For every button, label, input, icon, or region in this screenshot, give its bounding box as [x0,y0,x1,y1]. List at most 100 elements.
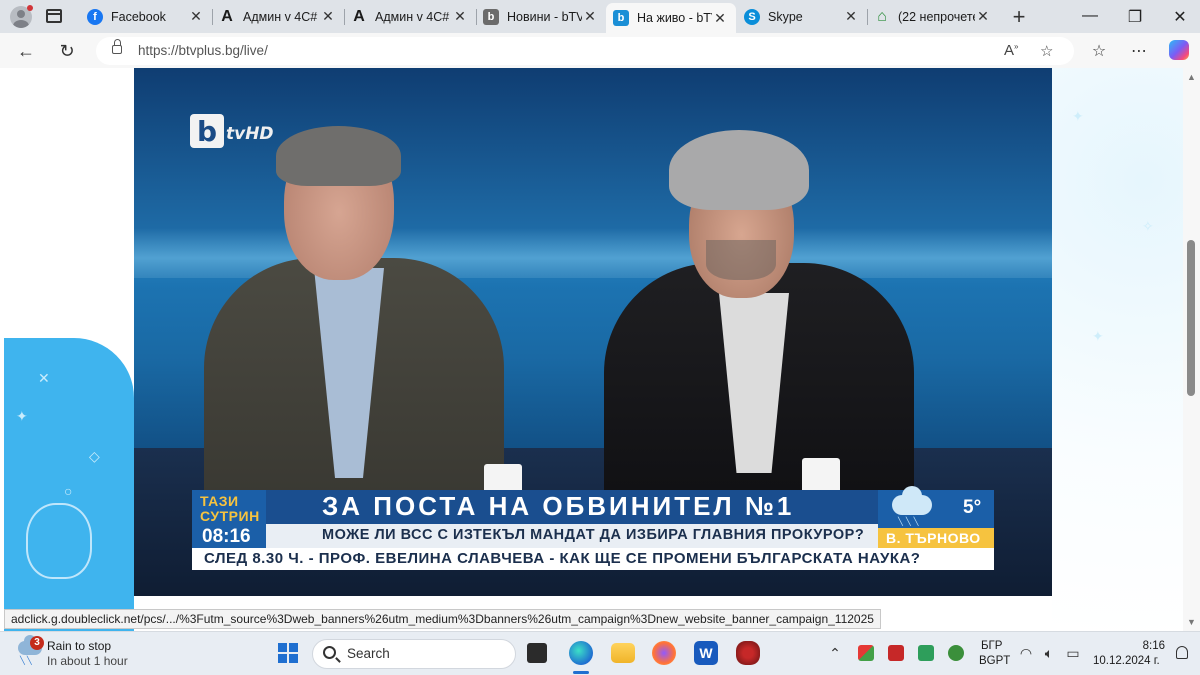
favorites-icon[interactable]: ☆ [1089,41,1109,61]
profile-notification-dot [27,5,33,11]
favorite-star-icon[interactable]: ☆ [1040,42,1053,60]
edge-browser-icon[interactable] [569,641,593,665]
terminal-app-icon[interactable] [527,643,547,663]
taskbar-search-box[interactable]: Search [312,639,516,669]
close-tab-icon[interactable]: ✕ [188,8,204,25]
headline-text: ЗА ПОСТА НА ОБВИНИТЕЛ №1 [322,491,795,521]
close-tab-icon[interactable]: ✕ [582,8,598,25]
close-tab-icon[interactable]: ✕ [843,8,859,25]
headline-bar: ЗА ПОСТА НА ОБВИНИТЕЛ №1 [266,490,878,524]
tab-strip: f Facebook ✕ A Админ v 4C# E ✕ A Админ v… [0,0,1200,33]
minimize-icon[interactable]: — [1080,7,1100,25]
firefox-icon[interactable] [652,641,676,665]
read-aloud-icon[interactable]: A» [1004,42,1018,59]
windows-taskbar: ╲╲ 3 Rain to stop In about 1 hour Search… [0,631,1200,675]
status-link-preview: adclick.g.doubleclick.net/pcs/.../%3Futm… [4,609,881,629]
subheadline-text: МОЖЕ ЛИ ВСС С ИЗТЕКЪЛ МАНДАТ ДА ИЗБИРА Г… [322,527,865,543]
address-bar[interactable]: https://btvplus.bg/live/ A» ☆ [96,37,1074,65]
address-toolbar: ← ↻ https://btvplus.bg/live/ A» ☆ ☆ ⋯ [0,33,1200,68]
tab-title: Skype [768,9,803,24]
facebook-icon: f [87,8,103,25]
wifi-icon[interactable]: ◠ [1017,645,1035,662]
tray-app-icon[interactable] [918,645,934,661]
word-app-icon[interactable]: W [694,641,718,665]
volume-icon[interactable]: 🔈︎ [1040,645,1058,662]
raindrops-icon: ╲╲╲ [898,517,922,526]
tab-facebook[interactable]: f Facebook ✕ [80,3,212,30]
tab-title: На живо - bTV [637,11,712,25]
tab-admin-1[interactable]: A Админ v 4C# E ✕ [212,3,344,30]
tray-app-icon[interactable] [888,645,904,661]
tray-app-icon[interactable] [858,645,874,661]
show-hidden-icons-chevron-icon[interactable]: ⌃ [826,645,844,662]
skype-icon: S [744,8,760,25]
home-icon: ⌂ [877,7,887,25]
tab-btv-live[interactable]: b На живо - bTV ✕ [606,3,736,33]
sparkle-icon: ○ [64,483,73,499]
clock-time[interactable]: 8:16 [1137,640,1165,652]
btv-live-icon: b [613,10,629,26]
show-brand-box: ТАЗИ СУТРИН 08:16 [192,490,266,548]
news-ticker: СЛЕД 8.30 Ч. - ПРОФ. ЕВЕЛИНА СЛАВЧЕВА - … [192,548,994,570]
new-tab-button[interactable]: + [1009,4,1029,30]
subheadline-bar: МОЖЕ ЛИ ВСС С ИЗТЕКЪЛ МАНДАТ ДА ИЗБИРА Г… [266,524,878,548]
tab-skype[interactable]: S Skype ✕ [737,3,867,30]
live-video-player[interactable]: b tvHD ТАЗИ СУТРИН 08:16 ЗА ПОСТА НА ОБВ… [134,68,1052,596]
tab-inbox[interactable]: ⌂ (22 непрочете ✕ [867,3,999,30]
lock-icon[interactable] [112,39,122,54]
right-banner-decoration: ✦ ✧ ✦ [1052,68,1183,631]
scroll-down-arrow-icon[interactable]: ▼ [1187,617,1196,627]
battery-icon[interactable]: ▭ [1064,645,1082,662]
sparkle-icon: ✦ [1092,328,1104,344]
windows-start-icon[interactable] [278,643,298,663]
page-scrollbar[interactable]: ▲ ▼ [1183,68,1200,631]
red-app-icon[interactable] [736,641,760,665]
sparkle-icon: ✧ [1142,218,1154,234]
file-explorer-icon[interactable] [611,643,635,663]
close-tab-icon[interactable]: ✕ [975,8,991,25]
weather-city: В. ТЪРНОВО [886,530,981,546]
show-name-line2: СУТРИН [200,508,260,524]
raindrops-icon: ╲╲ [20,656,34,665]
copilot-icon[interactable] [1169,40,1189,60]
url-text[interactable]: https://btvplus.bg/live/ [138,43,268,58]
active-app-indicator [573,671,589,674]
btv-news-icon: b [483,8,499,25]
tray-app-icon[interactable] [948,645,964,661]
tab-title: Facebook [111,9,166,24]
weather-forecast: In about 1 hour [47,654,128,668]
clock-date[interactable]: 10.12.2024 г. [1093,655,1160,667]
close-window-icon[interactable]: ✕ [1170,7,1190,27]
broadcast-time: 08:16 [202,526,251,547]
scroll-up-arrow-icon[interactable]: ▲ [1187,72,1196,82]
reload-icon[interactable]: ↻ [55,39,79,63]
close-tab-icon[interactable]: ✕ [452,8,468,25]
tab-btv-news[interactable]: b Новини - bTV ✕ [476,3,606,30]
scroll-thumb[interactable] [1187,240,1195,396]
sparkle-icon: ◇ [89,448,100,464]
tab-actions-menu-icon[interactable] [46,9,62,23]
sparkle-icon: ✦ [1072,108,1084,124]
left-banner-decoration: ✕ ✦ ◇ ○ [4,338,134,631]
web-page: ✕ ✦ ◇ ○ ✦ ✧ ✦ b tvHD ТАЗИ СУТРИН 08:16 З… [0,68,1183,631]
btv-logo: b [190,114,224,148]
keyboard-layout[interactable]: BGPT [979,655,1010,667]
back-arrow-icon[interactable]: ← [14,39,38,63]
tab-admin-2[interactable]: A Админ v 4C# E ✕ [344,3,476,30]
admin-a-icon: A [221,7,233,25]
weather-temperature: 5° [963,497,982,518]
close-tab-icon[interactable]: ✕ [320,8,336,25]
restore-icon[interactable]: ❐ [1125,7,1145,27]
close-tab-icon[interactable]: ✕ [712,10,728,27]
btv-hd-label: tvHD [226,124,274,144]
show-name-line1: ТАЗИ [200,493,239,509]
weather-status: Rain to stop [47,639,112,653]
tab-title: Админ v 4C# E [375,9,452,24]
coffee-mug [802,458,840,494]
sparkle-icon: ✕ [38,370,50,386]
more-menu-icon[interactable]: ⋯ [1129,41,1149,61]
input-language[interactable]: БГР [981,640,1002,652]
guest-right-beard [706,240,776,280]
notification-bell-icon[interactable] [1176,646,1188,659]
guest-right-hair [669,130,809,210]
